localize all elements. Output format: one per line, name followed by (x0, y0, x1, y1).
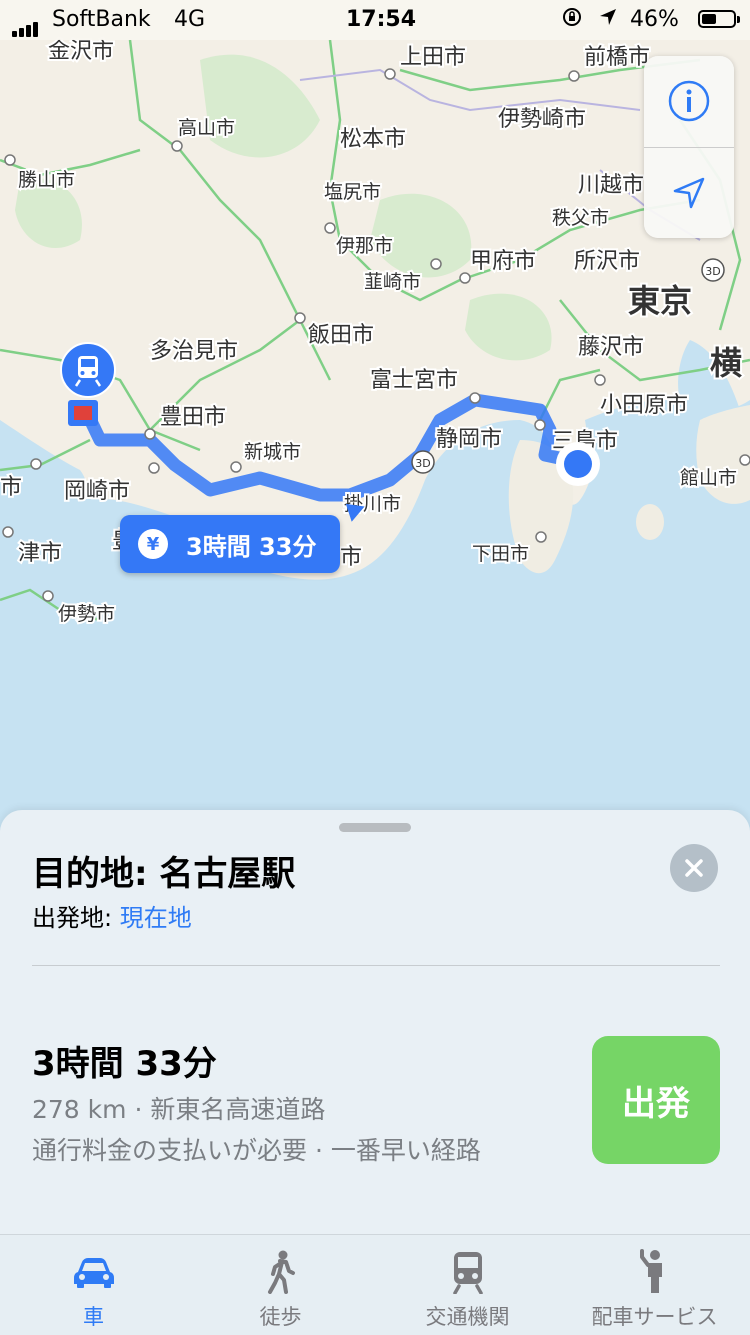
map-label: 上田市 (400, 45, 466, 70)
divider (32, 965, 720, 966)
map-label: 横 (710, 344, 742, 382)
map-label: 伊那市 (336, 235, 393, 257)
train-icon (452, 1252, 483, 1294)
tab-label: 配車サービス (591, 1305, 718, 1329)
map-label: 市 (340, 545, 362, 570)
location-button[interactable] (644, 148, 734, 238)
current-location-dot (556, 442, 600, 486)
tab-car[interactable]: 車 (0, 1235, 187, 1335)
battery-icon (698, 10, 740, 28)
map-label: 川越市 (578, 173, 644, 198)
destination-title: 目的地: 名古屋駅 (32, 854, 296, 894)
signal-icon (12, 12, 40, 37)
route-duration: 3時間 33分 (32, 1044, 217, 1084)
map-island (636, 504, 664, 540)
tab-transit[interactable]: 交通機関 (374, 1235, 561, 1335)
route-distance: 278 km · 新東名高速道路 (32, 1095, 326, 1124)
map-view[interactable]: 金沢市 上田市 前橋市 高山市 伊勢崎市 松本市 勝山市 塩尻市 川越市 秩父市… (0, 0, 750, 830)
carrier: SoftBank (52, 7, 151, 32)
tab-label: 交通機関 (425, 1305, 510, 1329)
origin-line: 出発地: 現在地 (32, 898, 192, 933)
rotation-lock-icon (562, 7, 582, 33)
map-label: 韮崎市 (364, 271, 421, 293)
info-button[interactable] (644, 56, 734, 146)
svg-text:3D: 3D (705, 265, 720, 278)
map-label: 小田原市 (600, 393, 688, 418)
tab-label: 車 (83, 1305, 104, 1329)
map-label: 前橋市 (584, 45, 650, 70)
map-label: 伊勢市 (58, 603, 115, 625)
location-arrow-icon (673, 177, 705, 209)
map-label: 甲府市 (470, 249, 536, 274)
origin-label: 出発地: (32, 904, 120, 932)
highway-shield: 3D (701, 258, 725, 282)
tab-walk[interactable]: 徒歩 (187, 1235, 374, 1335)
walk-icon (267, 1250, 295, 1294)
map-label: 富士宮市 (370, 368, 458, 393)
map-label: 館山市 (680, 467, 737, 489)
transport-mode-tabbar: 車 徒歩 交通機関 配車サービス (0, 1234, 750, 1335)
location-services-icon (598, 7, 618, 33)
map-label: 金沢市 (48, 39, 114, 64)
sheet-grabber[interactable] (339, 823, 411, 832)
map-label: 新城市 (244, 441, 301, 463)
map-label: 津市 (18, 541, 62, 566)
map-label: 東京 (628, 282, 692, 320)
close-button[interactable] (670, 844, 718, 892)
map-label: 岡崎市 (64, 479, 130, 504)
status-bar: SoftBank 4G 17:54 46% (0, 0, 750, 40)
map-label: 秩父市 (552, 207, 609, 229)
map-label: 豊田市 (160, 405, 226, 430)
map-label: 飯田市 (308, 323, 374, 348)
origin-value-link[interactable]: 現在地 (120, 904, 192, 932)
svg-text:3D: 3D (415, 457, 430, 470)
map-label: 静岡市 (436, 427, 502, 452)
tab-rideshare[interactable]: 配車サービス (561, 1235, 748, 1335)
route-time-badge[interactable]: ¥ 3時間 33分 (120, 515, 340, 573)
car-icon (73, 1258, 114, 1288)
map-label: 下田市 (472, 543, 529, 565)
battery-percent: 46% (630, 7, 679, 32)
map-label: 塩尻市 (324, 181, 381, 203)
map-label: 松本市 (340, 127, 406, 152)
go-button[interactable]: 出発 (592, 1036, 720, 1164)
info-icon (668, 80, 710, 122)
rideshare-icon (639, 1249, 662, 1293)
clock: 17:54 (346, 7, 417, 32)
map-label: 高山市 (178, 117, 235, 139)
close-icon (685, 859, 703, 877)
route-note: 通行料金の支払いが必要 · 一番早い経路 (32, 1136, 481, 1165)
map-label: 多治見市 (150, 339, 238, 364)
map-label: 藤沢市 (578, 335, 644, 360)
map-label: 勝山市 (18, 169, 75, 191)
yen-icon: ¥ (138, 529, 168, 559)
network-type: 4G (174, 7, 206, 32)
route-time-label: 3時間 33分 (186, 532, 317, 561)
map-label: 伊勢崎市 (498, 107, 586, 132)
highway-shield: 3D (411, 450, 435, 474)
tab-label: 徒歩 (259, 1305, 302, 1329)
map-label: 所沢市 (574, 249, 640, 274)
map-label: 市 (0, 475, 22, 500)
map-controls (644, 56, 734, 238)
